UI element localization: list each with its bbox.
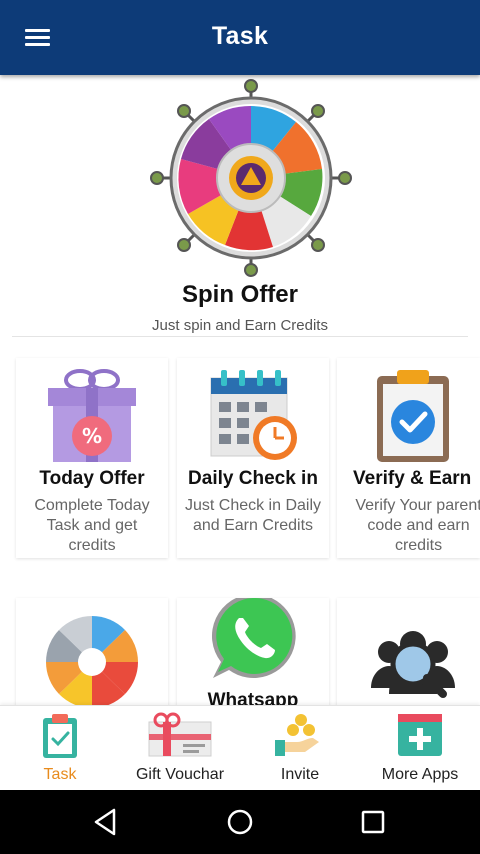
- tab-invite-label: Invite: [280, 766, 320, 783]
- card-title: Daily Check in: [188, 468, 318, 489]
- tab-task[interactable]: Task: [0, 706, 120, 791]
- tab-more-apps[interactable]: More Apps: [360, 706, 480, 791]
- invite-coins-icon: [275, 714, 319, 756]
- recents-icon[interactable]: [357, 806, 389, 838]
- section-divider: [12, 336, 468, 337]
- tab-gift-vouchar[interactable]: Gift Vouchar: [120, 706, 240, 791]
- back-icon[interactable]: [90, 806, 122, 838]
- task-list[interactable]: Spin Offer Just spin and Earn Credits % …: [0, 75, 480, 705]
- card-description: Just Check in Daily and Earn Credits: [184, 497, 322, 534]
- whatsapp-icon: [177, 598, 329, 688]
- color-wheel-card[interactable]: [16, 598, 168, 705]
- calendar-clock-icon: [177, 366, 329, 466]
- card-description: Verify Your parent code and earn credits: [355, 497, 480, 554]
- task-clipboard-icon: [43, 714, 77, 758]
- user-search-card[interactable]: [337, 598, 480, 705]
- tab-gift-vouchar-label: Gift Vouchar: [135, 766, 225, 783]
- spin-offer-title: Spin Offer: [181, 281, 298, 308]
- svg-text:%: %: [82, 424, 102, 448]
- whatsapp-card[interactable]: Whatsapp: [177, 598, 329, 705]
- spin-wheel-icon: [150, 79, 352, 277]
- more-apps-icon: [398, 714, 442, 756]
- gift-box-icon: %: [16, 366, 168, 466]
- card-description: Complete Today Task and get credits: [34, 497, 150, 554]
- daily-check-in-card[interactable]: Daily Check in Just Check in Daily and E…: [177, 358, 329, 558]
- verify-earn-card[interactable]: Verify & Earn Verify Your parent code an…: [337, 358, 480, 558]
- page-title: Task: [211, 22, 269, 50]
- gift-voucher-icon: [148, 712, 212, 757]
- card-title: Whatsapp: [207, 690, 299, 705]
- tab-more-apps-label: More Apps: [381, 766, 459, 783]
- system-navigation-bar: [0, 790, 480, 854]
- today-offer-card[interactable]: % Today Offer Complete Today Task and ge…: [16, 358, 168, 558]
- card-title: Verify & Earn: [353, 468, 472, 489]
- home-icon[interactable]: [224, 806, 256, 838]
- app-bar: Task: [0, 0, 480, 75]
- tab-invite[interactable]: Invite: [240, 706, 360, 791]
- spin-offer-subtitle: Just spin and Earn Credits: [152, 317, 328, 334]
- card-title: Today Offer: [39, 468, 145, 489]
- user-search-icon: [337, 620, 480, 705]
- spin-offer-card[interactable]: Spin Offer Just spin and Earn Credits: [12, 75, 468, 337]
- app-screen: Task Spin Offer Just spin and Earn Credi…: [0, 0, 480, 854]
- bottom-navigation: Task Gift Vouchar Invite More Apps: [0, 705, 480, 790]
- color-wheel-icon: [16, 612, 168, 705]
- clipboard-check-icon: [337, 366, 480, 466]
